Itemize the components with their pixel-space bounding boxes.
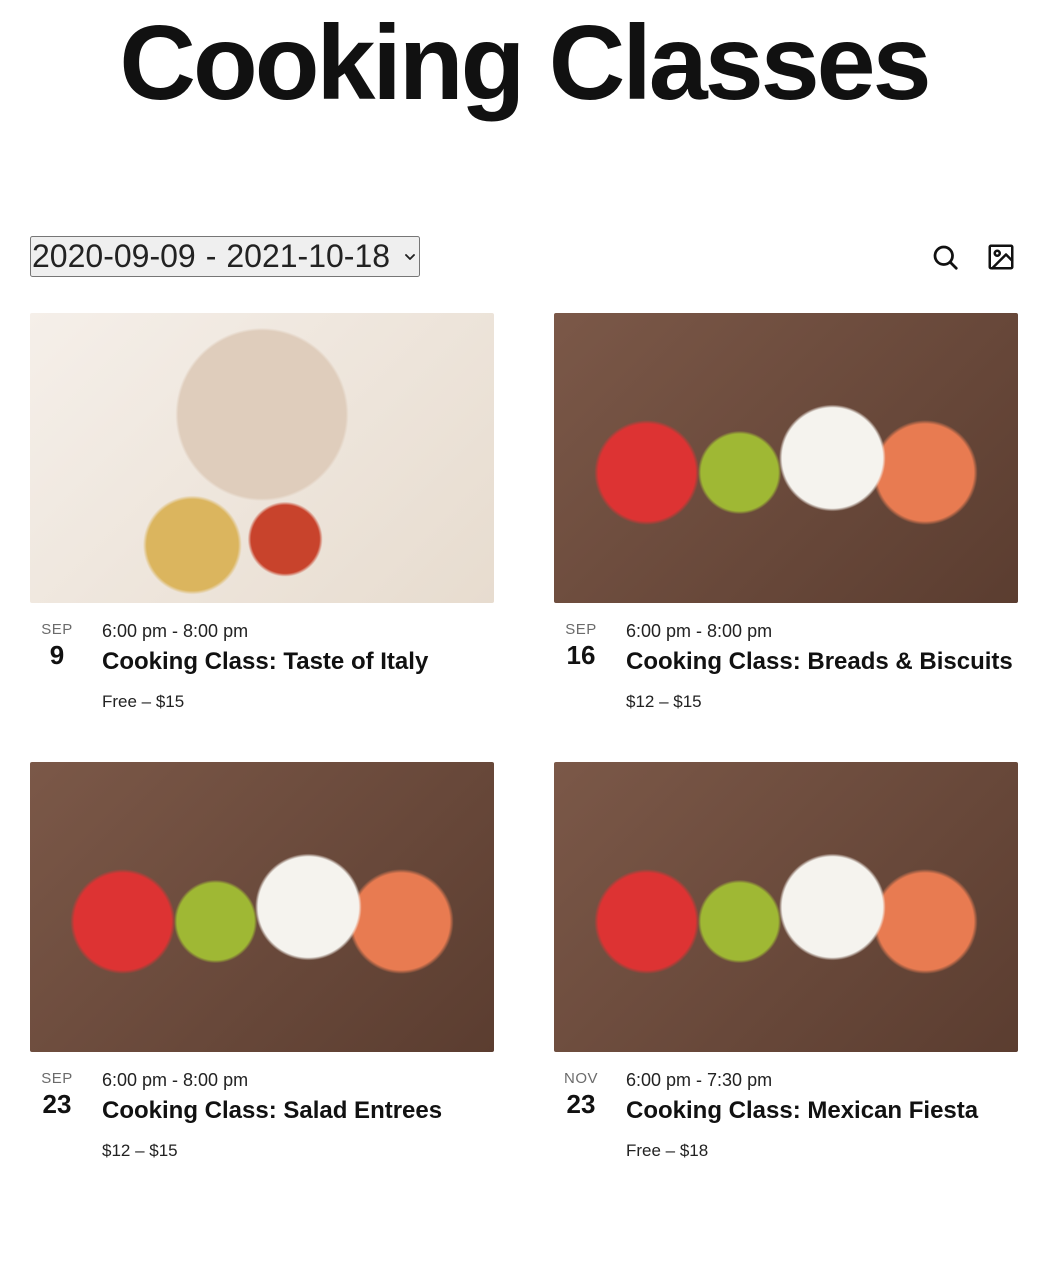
events-grid: SEP 9 6:00 pm - 8:00 pm Cooking Class: Tast… — [30, 313, 1018, 1161]
event-body: SEP 16 6:00 pm - 8:00 pm Cooking Class: Bre… — [554, 603, 1018, 712]
date-range-end: 2021-10-18 — [226, 238, 390, 275]
event-price: Free – $15 — [102, 692, 494, 712]
event-image[interactable] — [554, 313, 1018, 603]
event-title[interactable]: Cooking Class: Salad Entrees — [102, 1097, 494, 1125]
event-info: 6:00 pm - 8:00 pm Cooking Class: Taste of… — [102, 621, 494, 712]
event-day: 16 — [554, 640, 608, 671]
event-card: SEP 9 6:00 pm - 8:00 pm Cooking Class: Tast… — [30, 313, 494, 712]
event-month: SEP — [30, 1070, 84, 1087]
search-button[interactable] — [928, 240, 962, 274]
view-toggle-button[interactable] — [984, 240, 1018, 274]
event-title[interactable]: Cooking Class: Breads & Biscuits — [626, 648, 1018, 676]
event-image[interactable] — [554, 762, 1018, 1052]
event-image[interactable] — [30, 762, 494, 1052]
event-card: SEP 16 6:00 pm - 8:00 pm Cooking Class: Bre… — [554, 313, 1018, 712]
event-date-column: NOV 23 — [554, 1070, 608, 1161]
event-card: SEP 23 6:00 pm - 8:00 pm Cooking Class: Sal… — [30, 762, 494, 1161]
filter-bar: 2020-09-09 - 2021-10-18 — [30, 236, 1018, 277]
event-day: 23 — [30, 1089, 84, 1120]
event-day: 9 — [30, 640, 84, 671]
event-title[interactable]: Cooking Class: Taste of Italy — [102, 648, 494, 676]
event-price: Free – $18 — [626, 1141, 1018, 1161]
date-range-start: 2020-09-09 — [32, 238, 196, 275]
date-range-picker[interactable]: 2020-09-09 - 2021-10-18 — [30, 236, 420, 277]
event-info: 6:00 pm - 8:00 pm Cooking Class: Salad En… — [102, 1070, 494, 1161]
filter-actions — [928, 240, 1018, 274]
event-info: 6:00 pm - 8:00 pm Cooking Class: Breads &… — [626, 621, 1018, 712]
event-time: 6:00 pm - 8:00 pm — [626, 621, 1018, 642]
event-body: SEP 23 6:00 pm - 8:00 pm Cooking Class: Sal… — [30, 1052, 494, 1161]
image-icon — [986, 242, 1016, 272]
event-date-column: SEP 16 — [554, 621, 608, 712]
event-time: 6:00 pm - 8:00 pm — [102, 621, 494, 642]
event-price: $12 – $15 — [626, 692, 1018, 712]
event-price: $12 – $15 — [102, 1141, 494, 1161]
date-range-separator: - — [206, 238, 217, 275]
chevron-down-icon — [402, 249, 418, 265]
event-image[interactable] — [30, 313, 494, 603]
event-day: 23 — [554, 1089, 608, 1120]
event-month: SEP — [30, 621, 84, 638]
event-time: 6:00 pm - 8:00 pm — [102, 1070, 494, 1091]
event-month: NOV — [554, 1070, 608, 1087]
event-body: SEP 9 6:00 pm - 8:00 pm Cooking Class: Tast… — [30, 603, 494, 712]
event-body: NOV 23 6:00 pm - 7:30 pm Cooking Class: Mex… — [554, 1052, 1018, 1161]
event-time: 6:00 pm - 7:30 pm — [626, 1070, 1018, 1091]
search-icon — [930, 242, 960, 272]
event-date-column: SEP 23 — [30, 1070, 84, 1161]
event-card: NOV 23 6:00 pm - 7:30 pm Cooking Class: Mex… — [554, 762, 1018, 1161]
event-title[interactable]: Cooking Class: Mexican Fiesta — [626, 1097, 1018, 1125]
event-date-column: SEP 9 — [30, 621, 84, 712]
event-info: 6:00 pm - 7:30 pm Cooking Class: Mexican … — [626, 1070, 1018, 1161]
page-title: Cooking Classes — [30, 10, 1018, 116]
event-month: SEP — [554, 621, 608, 638]
